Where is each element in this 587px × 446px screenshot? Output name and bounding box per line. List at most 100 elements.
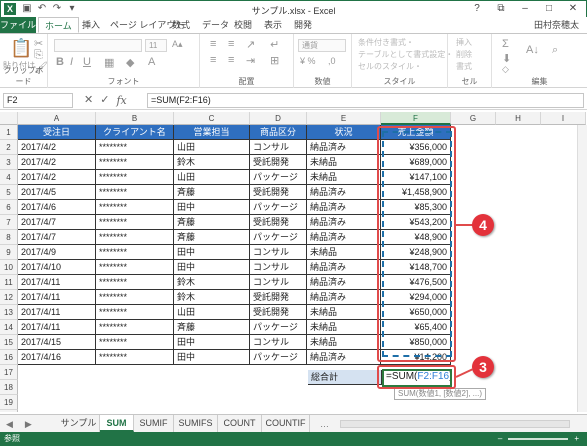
table-cell[interactable]: パッケージ (250, 200, 307, 215)
table-cell[interactable]: 2017/4/2 (18, 170, 96, 185)
table-cell[interactable]: パッケージ (250, 230, 307, 245)
table-cell[interactable]: 納品済み (307, 350, 381, 365)
table-cell[interactable]: ¥356,000 (381, 140, 451, 155)
table-cell[interactable]: 田中 (174, 245, 250, 260)
table-cell[interactable]: 2017/4/10 (18, 260, 96, 275)
zoom-out-icon[interactable]: – (498, 432, 502, 446)
table-cell[interactable]: パッケージ (250, 320, 307, 335)
underline-icon[interactable]: U (83, 56, 91, 68)
table-cell[interactable]: 2017/4/11 (18, 320, 96, 335)
table-cell[interactable]: ¥1,458,900 (381, 185, 451, 200)
sheet-tab-count[interactable]: COUNT (218, 415, 262, 432)
table-cell[interactable]: 鈴木 (174, 155, 250, 170)
table-cell[interactable]: 受託開発 (250, 290, 307, 305)
bold-icon[interactable]: B (56, 56, 64, 68)
table-cell[interactable]: ¥14,200 (381, 350, 451, 365)
column-header-b[interactable]: B (96, 112, 174, 125)
table-cell[interactable]: 田中 (174, 350, 250, 365)
table-cell[interactable]: 納品済み (307, 275, 381, 290)
sheet-tab-countif[interactable]: COUNTIF (262, 415, 310, 432)
table-cell[interactable]: ******** (96, 215, 174, 230)
row-header-8[interactable]: 8 (0, 230, 18, 245)
row-header-15[interactable]: 15 (0, 335, 18, 350)
table-cell[interactable]: 2017/4/11 (18, 290, 96, 305)
ribbon-display-icon[interactable]: ⧉ (490, 2, 512, 16)
help-icon[interactable]: ? (466, 2, 488, 16)
row-header-11[interactable]: 11 (0, 275, 18, 290)
table-cell[interactable]: 斉藤 (174, 185, 250, 200)
clear-icon[interactable]: ◇ (502, 64, 509, 75)
function-tooltip[interactable]: SUM(数値1, [数値2], ...) (394, 388, 487, 400)
table-cell[interactable]: 未納品 (307, 170, 381, 185)
table-cell[interactable]: 2017/4/2 (18, 140, 96, 155)
table-cell[interactable]: 2017/4/16 (18, 350, 96, 365)
table-cell[interactable]: ******** (96, 305, 174, 320)
table-cell[interactable]: 2017/4/7 (18, 230, 96, 245)
row-header-1[interactable]: 1 (0, 125, 18, 140)
column-header-h[interactable]: H (496, 112, 541, 125)
table-cell[interactable]: 納品済み (307, 230, 381, 245)
row-header-3[interactable]: 3 (0, 155, 18, 170)
table-cell[interactable]: 納品済み (307, 260, 381, 275)
column-header-d[interactable]: D (250, 112, 307, 125)
tab-developer[interactable]: 開発 (288, 17, 318, 33)
table-cell[interactable]: ******** (96, 140, 174, 155)
row-header-20[interactable]: 20 (0, 410, 18, 412)
cancel-icon[interactable]: ✕ (84, 93, 93, 108)
table-cell[interactable]: 鈴木 (174, 275, 250, 290)
align-top-icon[interactable]: ≡ (210, 38, 216, 50)
sheet-next-icon[interactable]: ▶ (25, 416, 32, 432)
table-cell[interactable]: ******** (96, 290, 174, 305)
table-cell[interactable]: 田中 (174, 200, 250, 215)
number-format-select[interactable]: 通貨 (298, 39, 346, 52)
currency-icon[interactable]: ¥ % (300, 56, 316, 66)
table-cell[interactable]: ¥543,200 (381, 215, 451, 230)
orientation-icon[interactable]: ↗ (246, 38, 255, 51)
paste-icon[interactable]: 📋 (10, 38, 32, 59)
vertical-scrollbar[interactable] (577, 125, 587, 412)
maximize-icon[interactable]: □ (538, 2, 560, 16)
fill-color-icon[interactable]: ◆ (126, 56, 134, 69)
row-header-7[interactable]: 7 (0, 215, 18, 230)
table-cell[interactable]: 納品済み (307, 200, 381, 215)
table-cell[interactable]: ¥48,900 (381, 230, 451, 245)
table-cell[interactable]: ******** (96, 260, 174, 275)
horizontal-scrollbar[interactable] (340, 420, 570, 428)
table-cell[interactable]: 納品済み (307, 290, 381, 305)
font-color-icon[interactable]: A (148, 56, 155, 68)
sheet-tab-sample[interactable]: サンプル (58, 415, 100, 432)
table-cell[interactable]: ¥148,700 (381, 260, 451, 275)
formula-edit-cell[interactable]: =SUM(F2:F16) (382, 369, 452, 387)
table-cell[interactable]: 2017/4/6 (18, 200, 96, 215)
table-cell[interactable]: 2017/4/2 (18, 155, 96, 170)
sheet-more-icon[interactable]: … (320, 419, 329, 429)
table-cell[interactable]: ¥689,000 (381, 155, 451, 170)
table-cell[interactable]: 斉藤 (174, 230, 250, 245)
column-header-i[interactable]: I (541, 112, 586, 125)
name-box[interactable]: F2 (3, 93, 73, 108)
grow-font-icon[interactable]: A▴ (172, 39, 183, 50)
table-cell[interactable]: ¥147,100 (381, 170, 451, 185)
total-label[interactable]: 総合計 (308, 370, 382, 385)
zoom-slider[interactable] (508, 438, 569, 440)
table-cell[interactable]: ******** (96, 335, 174, 350)
font-name-select[interactable] (54, 39, 142, 52)
table-cell[interactable]: ¥65,400 (381, 320, 451, 335)
table-cell[interactable]: パッケージ (250, 170, 307, 185)
table-cell[interactable]: 2017/4/11 (18, 275, 96, 290)
table-cell[interactable]: ¥294,000 (381, 290, 451, 305)
tab-file[interactable]: ファイル (0, 17, 36, 33)
tab-home[interactable]: ホーム (38, 17, 79, 33)
table-cell[interactable]: 未納品 (307, 305, 381, 320)
worksheet-grid[interactable]: ABCDEFGHI 123456789101112131415161718192… (0, 112, 587, 412)
cell-styles-button[interactable]: セルのスタイル・ (358, 61, 422, 72)
tab-insert[interactable]: 挿入 (76, 17, 106, 33)
tab-review[interactable]: 校閲 (228, 17, 258, 33)
minimize-icon[interactable]: – (514, 2, 536, 16)
table-cell[interactable]: ¥476,500 (381, 275, 451, 290)
table-cell[interactable]: 受託開発 (250, 155, 307, 170)
table-cell[interactable]: ¥248,900 (381, 245, 451, 260)
row-header-17[interactable]: 17 (0, 365, 18, 380)
font-size-select[interactable]: 11 (145, 39, 167, 52)
table-cell[interactable]: コンサル (250, 245, 307, 260)
